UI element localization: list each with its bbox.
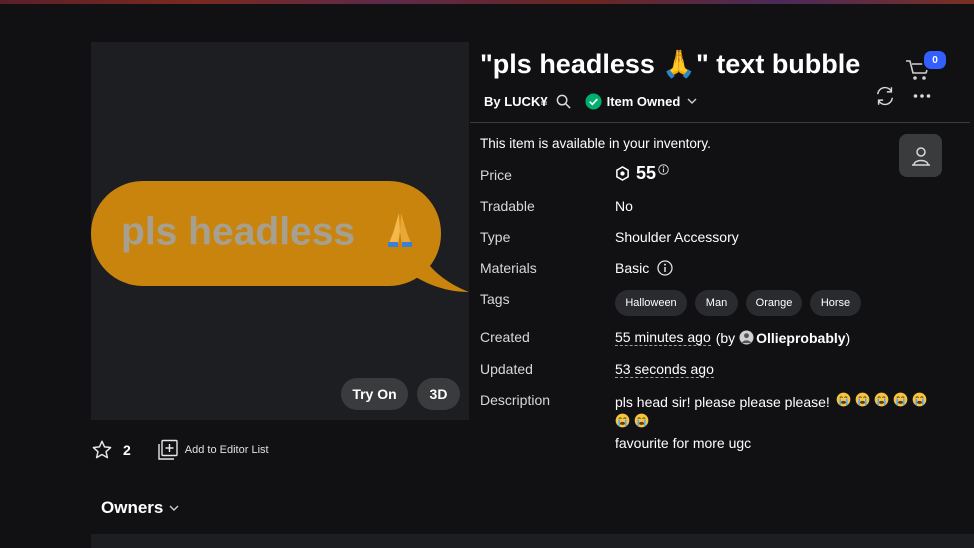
cart-count-badge: 0 <box>922 49 948 71</box>
price-label: Price <box>480 167 512 183</box>
editor-list-label: Add to Editor List <box>184 444 269 456</box>
tag-chip[interactable]: Halloween <box>615 290 687 316</box>
updated-label: Updated <box>480 361 533 377</box>
add-to-editor-list-button[interactable]: Add to Editor List <box>157 439 269 461</box>
updated-time: 53 seconds ago <box>615 361 714 378</box>
tradable-label: Tradable <box>480 198 535 214</box>
thumbnail-actions: 2 Add to Editor List <box>91 436 269 464</box>
availability-text: This item is available in your inventory… <box>480 136 711 151</box>
owned-label: Item Owned <box>606 93 681 109</box>
favorite-star-icon[interactable] <box>91 439 113 461</box>
type-value: Shoulder Accessory <box>615 229 739 245</box>
info-icon[interactable] <box>657 260 673 276</box>
owners-label: Owners <box>101 498 164 517</box>
price-amount: 55 <box>636 163 657 183</box>
crying-face-icon <box>615 413 630 433</box>
view-3d-button[interactable]: 3D <box>417 378 460 410</box>
tag-chip[interactable]: Orange <box>746 290 802 316</box>
praying-hands-emoji-icon <box>380 209 420 259</box>
crying-face-icon <box>634 413 649 433</box>
try-on-label: Try On <box>352 386 397 402</box>
item-title: "pls headless 🙏" text bubble <box>480 49 861 79</box>
favorite-count: 2 <box>123 442 131 458</box>
price-value: 55 <box>615 163 669 184</box>
description-line: pls head sir! please please please! <box>615 392 955 412</box>
description-label: Description <box>480 392 551 408</box>
type-label: Type <box>480 229 511 245</box>
tag-chip[interactable]: Man <box>695 290 738 316</box>
crying-face-icon <box>874 392 889 412</box>
robux-icon <box>615 166 630 181</box>
chevron-down-icon <box>687 97 697 105</box>
crying-emoji-row <box>615 413 649 433</box>
created-by-prefix: (by <box>715 329 740 346</box>
tag-chip[interactable]: Horse <box>810 290 861 316</box>
created-label: Created <box>480 329 530 345</box>
materials-label: Materials <box>480 260 537 276</box>
thumbnail-text-label: pls headless <box>121 210 356 254</box>
view-3d-label: 3D <box>429 386 448 402</box>
info-icon[interactable] <box>658 164 669 175</box>
updated-value: 53 seconds ago <box>615 361 714 378</box>
owners-panel <box>91 534 974 548</box>
chevron-down-icon <box>169 504 179 512</box>
crying-face-icon <box>912 392 927 412</box>
materials-text: Basic <box>615 260 650 276</box>
check-circle-icon <box>585 92 602 110</box>
creator-byline: By LUCK¥ Item Owned <box>484 91 697 111</box>
created-time: 55 minutes ago <box>615 329 711 346</box>
tags-label: Tags <box>480 291 510 307</box>
created-by-suffix: ) <box>845 329 851 346</box>
crying-face-icon <box>836 392 851 412</box>
tag-label: Halloween <box>625 297 677 309</box>
description-line-text: favourite for more ugc <box>615 435 752 452</box>
more-options-icon[interactable] <box>913 93 931 99</box>
add-list-icon <box>157 439 179 461</box>
try-on-button[interactable]: Try On <box>341 378 408 410</box>
crying-face-icon <box>855 392 870 412</box>
refresh-icon[interactable] <box>874 85 896 107</box>
tag-label: Orange <box>755 297 793 309</box>
description-line-text: pls head sir! please please please! <box>615 394 830 410</box>
crying-face-icon <box>893 392 908 412</box>
description-text: pls head sir! please please please! favo… <box>615 392 955 453</box>
search-icon[interactable] <box>556 94 571 109</box>
avatar-icon <box>910 145 932 167</box>
creator-avatar-icon <box>739 330 754 345</box>
owned-status[interactable]: Item Owned <box>585 92 698 110</box>
materials-value: Basic <box>615 260 673 276</box>
item-thumbnail[interactable]: pls headless Try On 3D <box>91 42 469 420</box>
crying-emoji-row <box>836 392 927 412</box>
top-banner-strip <box>0 0 974 4</box>
owners-dropdown[interactable]: Owners <box>101 498 179 518</box>
creator-link[interactable]: By LUCK¥ <box>484 94 548 109</box>
created-value: 55 minutes ago (by Ollieprobably ) <box>615 329 850 346</box>
tradable-value: No <box>615 198 633 214</box>
thumbnail-text: pls headless <box>121 209 420 259</box>
avatar-try-button[interactable] <box>899 134 942 177</box>
tag-label: Horse <box>820 297 851 309</box>
header-divider <box>470 122 970 123</box>
tag-label: Man <box>705 297 728 309</box>
creator-name-link[interactable]: Ollieprobably <box>756 330 845 346</box>
